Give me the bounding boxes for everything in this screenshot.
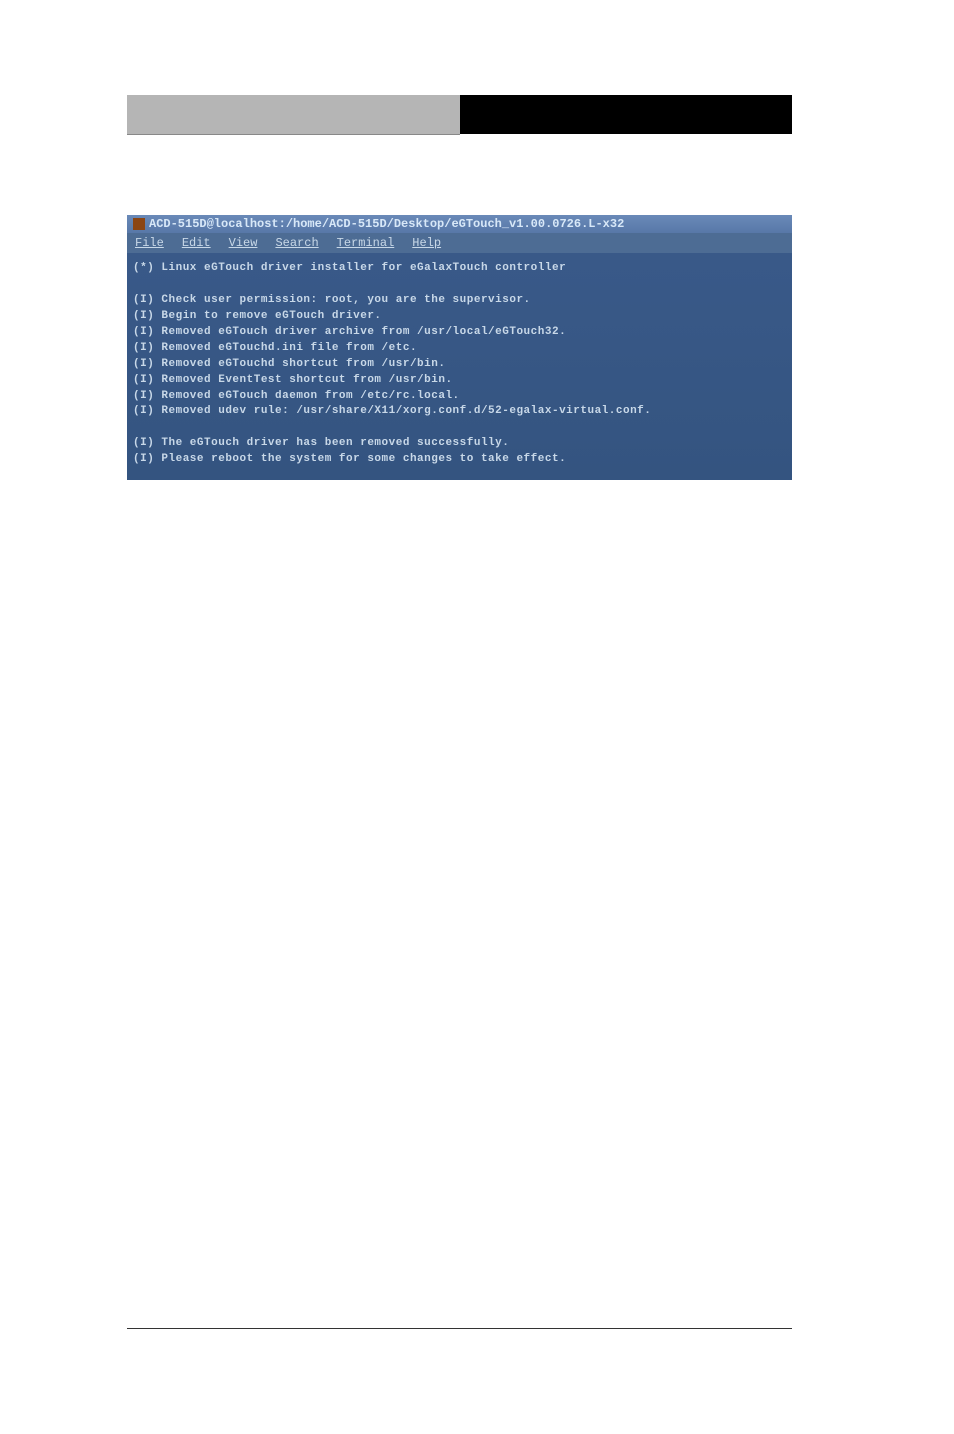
menu-search[interactable]: Search <box>275 236 318 250</box>
terminal-line: (I) Check user permission: root, you are… <box>133 293 786 309</box>
menu-file[interactable]: File <box>135 236 164 250</box>
terminal-line: (I) Please reboot the system for some ch… <box>133 452 786 468</box>
terminal-line: (I) Removed eGTouch driver archive from … <box>133 325 786 341</box>
terminal-screenshot: ACD-515D@localhost:/home/ACD-515D/Deskto… <box>127 215 792 480</box>
menu-bar: File Edit View Search Terminal Help <box>127 233 792 253</box>
menu-view[interactable]: View <box>229 236 258 250</box>
terminal-line: (I) The eGTouch driver has been removed … <box>133 436 786 452</box>
terminal-line: (I) Begin to remove eGTouch driver. <box>133 309 786 325</box>
terminal-line: (I) Removed eGTouchd.ini file from /etc. <box>133 341 786 357</box>
menu-help[interactable]: Help <box>412 236 441 250</box>
terminal-blank <box>133 277 786 293</box>
terminal-blank <box>133 420 786 436</box>
terminal-line: (*) Linux eGTouch driver installer for e… <box>133 261 786 277</box>
header-left-block <box>127 95 460 135</box>
window-title-text: ACD-515D@localhost:/home/ACD-515D/Deskto… <box>149 217 624 231</box>
terminal-blank <box>133 468 786 480</box>
footer-divider <box>127 1328 792 1329</box>
window-titlebar: ACD-515D@localhost:/home/ACD-515D/Deskto… <box>127 215 792 233</box>
terminal-icon <box>133 218 145 230</box>
menu-terminal[interactable]: Terminal <box>337 236 395 250</box>
terminal-output: (*) Linux eGTouch driver installer for e… <box>127 253 792 480</box>
terminal-line: (I) Removed EventTest shortcut from /usr… <box>133 373 786 389</box>
terminal-line: (I) Removed eGTouch daemon from /etc/rc.… <box>133 389 786 405</box>
document-header-bar <box>127 95 792 135</box>
terminal-line: (I) Removed udev rule: /usr/share/X11/xo… <box>133 404 786 420</box>
menu-edit[interactable]: Edit <box>182 236 211 250</box>
header-right-block <box>460 95 793 135</box>
terminal-line: (I) Removed eGTouchd shortcut from /usr/… <box>133 357 786 373</box>
